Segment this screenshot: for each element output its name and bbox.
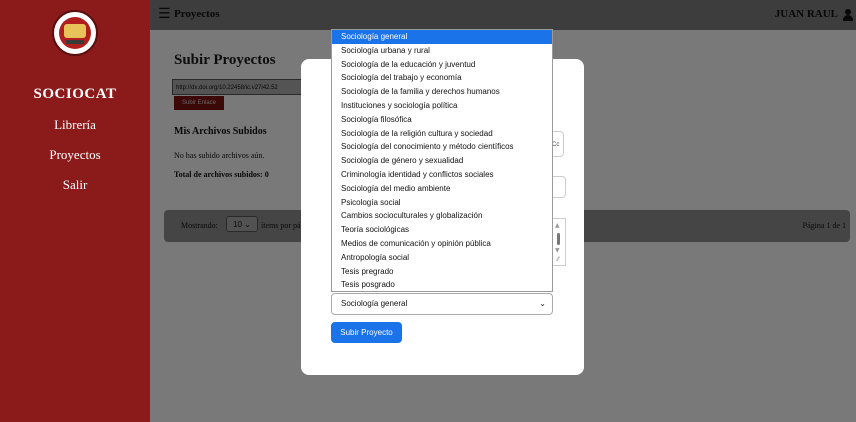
dropdown-option[interactable]: Sociología general <box>332 30 552 44</box>
dropdown-option[interactable]: Sociología de la educación y juventud <box>332 58 552 72</box>
dropdown-option[interactable]: Tesis pregrado <box>332 265 552 279</box>
submit-project-button[interactable]: Subir Proyecto <box>331 322 402 343</box>
dropdown-option[interactable]: Teoría sociológicas <box>332 223 552 237</box>
dropdown-option[interactable]: Tesis posgrado <box>332 278 552 292</box>
sidebar-item-salir[interactable]: Salir <box>0 177 150 193</box>
resize-grip-icon[interactable]: ⁄⁄ <box>557 256 559 263</box>
dropdown-option[interactable]: Instituciones y sociología política <box>332 99 552 113</box>
dropdown-option[interactable]: Sociología de género y sexualidad <box>332 154 552 168</box>
sidebar-item-libreria[interactable]: Librería <box>0 117 150 133</box>
text-field-partial[interactable] <box>552 176 566 198</box>
dropdown-option[interactable]: Antropología social <box>332 251 552 265</box>
sidebar-item-proyectos[interactable]: Proyectos <box>0 147 150 163</box>
brand-name: SOCIOCAT <box>33 86 117 102</box>
dropdown-option[interactable]: Sociología del trabajo y economía <box>332 71 552 85</box>
chevron-down-icon: ⌄ <box>539 299 546 308</box>
textarea-scrollbar[interactable]: ▲ ▼ ⁄⁄ <box>552 218 566 266</box>
dropdown-option[interactable]: Sociología filosófica <box>332 113 552 127</box>
file-input-partial[interactable]: Cc <box>552 131 564 157</box>
scroll-down-icon[interactable]: ▼ <box>555 247 560 254</box>
scroll-up-icon[interactable]: ▲ <box>555 222 560 229</box>
dropdown-option[interactable]: Medios de comunicación y opinión pública <box>332 237 552 251</box>
scroll-thumb[interactable] <box>557 233 560 245</box>
dropdown-option[interactable]: Sociología de la familia y derechos huma… <box>332 85 552 99</box>
dropdown-option[interactable]: Cambios socioculturales y globalización <box>332 209 552 223</box>
sidebar: SOCIOCAT Librería Proyectos Salir <box>0 0 150 422</box>
dropdown-option[interactable]: Criminología identidad y conflictos soci… <box>332 168 552 182</box>
dropdown-option[interactable]: Psicología social <box>332 196 552 210</box>
dropdown-option[interactable]: Sociología urbana y rural <box>332 44 552 58</box>
category-dropdown-list: Sociología general Sociología urbana y ru… <box>331 29 553 292</box>
dropdown-option[interactable]: Sociología de la religión cultura y soci… <box>332 127 552 141</box>
dropdown-option[interactable]: Sociología del medio ambiente <box>332 182 552 196</box>
category-select[interactable]: Sociología general ⌄ <box>331 293 553 315</box>
logo <box>52 10 98 56</box>
dropdown-option[interactable]: Sociología del conocimiento y método cie… <box>332 140 552 154</box>
